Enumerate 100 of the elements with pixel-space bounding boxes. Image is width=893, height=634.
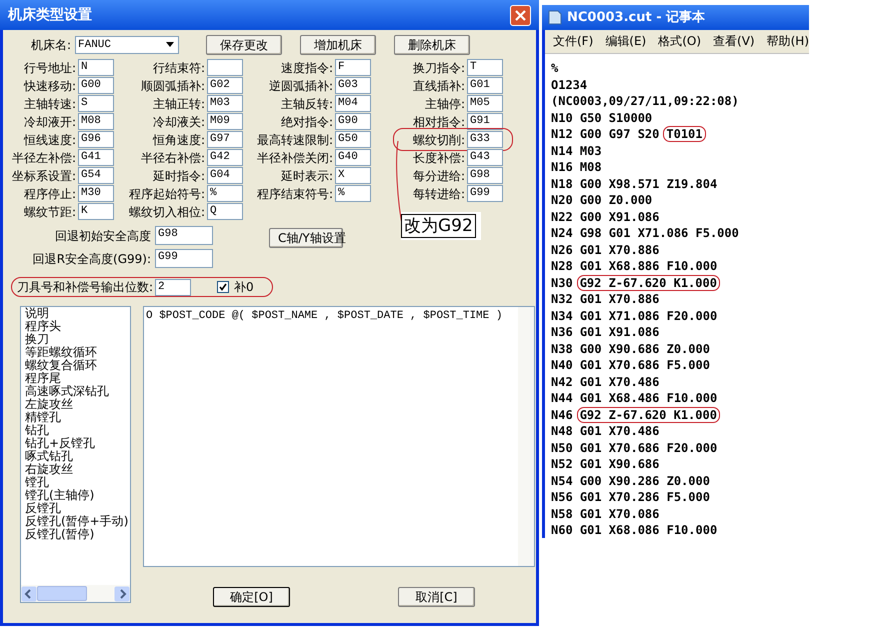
list-item[interactable]: 钻孔+反镗孔 [25, 437, 130, 450]
list-item[interactable]: 啄式钻孔 [25, 450, 130, 463]
list-item[interactable]: 左旋攻丝 [25, 398, 130, 411]
list-item[interactable]: 程序头 [25, 320, 130, 333]
input-field[interactable]: G41 [78, 149, 114, 166]
input-field[interactable]: G40 [335, 149, 371, 166]
highlighted-code: T0101 [663, 126, 706, 142]
input-field[interactable]: G54 [78, 167, 114, 184]
code-line: N44 G01 X68.486 F10.000 [551, 390, 718, 408]
input-field[interactable]: F [335, 59, 371, 76]
ok-button[interactable]: 确定[O] [213, 587, 290, 607]
input-field[interactable]: M05 [467, 95, 503, 112]
field-label: 最高转速限制: [256, 132, 334, 148]
code-line: % [551, 60, 558, 78]
menu-item[interactable]: 查看(V) [713, 32, 755, 50]
code-line: N46 [551, 406, 573, 424]
input-field[interactable]: M08 [78, 113, 114, 130]
input-field[interactable]: G98 [155, 226, 213, 245]
checkbox[interactable] [217, 281, 230, 293]
field-label: 速度指令: [280, 60, 334, 76]
input-field[interactable]: S [78, 95, 114, 112]
input-field[interactable]: M03 [207, 95, 243, 112]
input-field[interactable]: G91 [467, 113, 503, 130]
list-item[interactable]: 等距螺纹循环 [25, 346, 130, 359]
input-field[interactable]: G01 [467, 77, 503, 94]
field-label: 逆圆弧插补: [268, 78, 334, 94]
list-item[interactable]: 右旋攻丝 [25, 463, 130, 476]
input-field[interactable]: % [207, 185, 243, 202]
menu-item[interactable]: 格式(O) [658, 32, 702, 50]
input-field[interactable] [207, 59, 243, 76]
code-line: O1234 [551, 76, 588, 94]
code-editor[interactable]: O $POST_CODE @( $POST_NAME , $POST_DATE , $POST_TIME ) [143, 306, 535, 567]
input-field[interactable]: X [335, 167, 371, 184]
vertical-scrollbar[interactable] [518, 307, 534, 566]
input-field[interactable]: Q [207, 203, 243, 220]
input-field[interactable]: K [78, 203, 114, 220]
list-item[interactable]: 镗孔 [25, 476, 130, 489]
menu-item[interactable]: 帮助(H) [766, 32, 809, 50]
code-line: N36 G01 X91.086 [551, 324, 660, 342]
list-item[interactable]: 反镗孔(暂停) [25, 528, 130, 541]
field-label: 半径右补偿: [140, 150, 206, 166]
cancel-button[interactable]: 取消[C] [398, 587, 475, 607]
toolbar-button[interactable]: 增加机床 [300, 35, 376, 55]
input-field[interactable]: 2 [155, 278, 192, 296]
input-field[interactable]: G00 [78, 77, 114, 94]
list-item[interactable]: 反镗孔(暂停+手动) [25, 515, 130, 528]
code-line: N40 G01 X70.686 F5.000 [551, 357, 710, 374]
code-line: N50 G01 X70.686 F20.000 [551, 440, 718, 457]
list-item[interactable]: 换刀 [25, 333, 130, 346]
input-field[interactable]: M04 [335, 95, 371, 112]
axis-settings-button[interactable]: C轴/Y轴设置 [269, 228, 343, 248]
list-item[interactable]: 反镗孔 [25, 502, 130, 515]
input-field[interactable]: G90 [335, 113, 371, 130]
input-field[interactable]: G02 [207, 77, 243, 94]
menu-item[interactable]: 文件(F) [553, 32, 594, 50]
list-item[interactable]: 钻孔 [25, 424, 130, 437]
scroll-thumb[interactable] [37, 586, 87, 601]
input-field[interactable]: G97 [207, 131, 243, 148]
scroll-left-icon [21, 586, 37, 602]
input-field[interactable]: G43 [467, 149, 503, 166]
input-field[interactable]: G98 [467, 167, 503, 184]
list-item[interactable]: 镗孔(主轴停) [25, 489, 130, 502]
input-field[interactable]: M09 [207, 113, 243, 130]
input-field[interactable]: G99 [467, 185, 503, 202]
field-label: 回退R安全高度(G99): [32, 250, 152, 268]
field-label: 主轴反转: [280, 96, 334, 112]
list-item[interactable]: 程序尾 [25, 372, 130, 385]
code-line: N34 G01 X71.086 F20.000 [551, 308, 718, 325]
field-label: 机床名: [30, 37, 72, 54]
input-field[interactable]: G03 [335, 77, 371, 94]
code-line: N10 G50 S10000 [551, 110, 652, 127]
input-field[interactable]: N [78, 59, 114, 76]
input-field[interactable]: G96 [78, 131, 114, 148]
horizontal-scrollbar[interactable] [21, 585, 130, 602]
code-line: N48 G01 X70.486 [551, 423, 660, 440]
input-field[interactable]: T [467, 59, 503, 76]
editor-text: O $POST_CODE @( $POST_NAME , $POST_DATE , $POST_TIME ) [145, 309, 504, 324]
input-field[interactable]: G99 [155, 249, 213, 268]
toolbar-button[interactable]: 保存更改 [206, 35, 282, 55]
code-line: N16 M08 [551, 159, 602, 176]
code-line: N60 G01 X68.086 F10.000 [551, 522, 718, 538]
input-field[interactable]: G42 [207, 149, 243, 166]
input-field[interactable]: G50 [335, 131, 371, 148]
input-field[interactable]: G33 [467, 131, 503, 148]
input-field[interactable]: M30 [78, 185, 114, 202]
field-label: 程序停止: [22, 186, 77, 202]
list-item[interactable]: 螺纹复合循环 [25, 359, 130, 372]
list-item[interactable]: 精镗孔 [25, 411, 130, 424]
close-button[interactable] [510, 4, 531, 26]
field-label: 延时指令: [152, 168, 206, 184]
list-item[interactable]: 说明 [25, 307, 130, 320]
input-field[interactable]: % [335, 185, 371, 202]
toolbar-button[interactable]: 删除机床 [394, 35, 470, 55]
list-item[interactable]: 高速啄式深钻孔 [25, 385, 130, 398]
input-field[interactable]: G04 [207, 167, 243, 184]
field-label: 行结束符: [152, 60, 206, 76]
menu-item[interactable]: 编辑(E) [605, 32, 646, 50]
machine-dropdown[interactable]: FANUC [75, 36, 179, 54]
code-line: N12 G00 G97 S20 [551, 126, 660, 144]
field-label: 长度补偿: [412, 150, 466, 166]
